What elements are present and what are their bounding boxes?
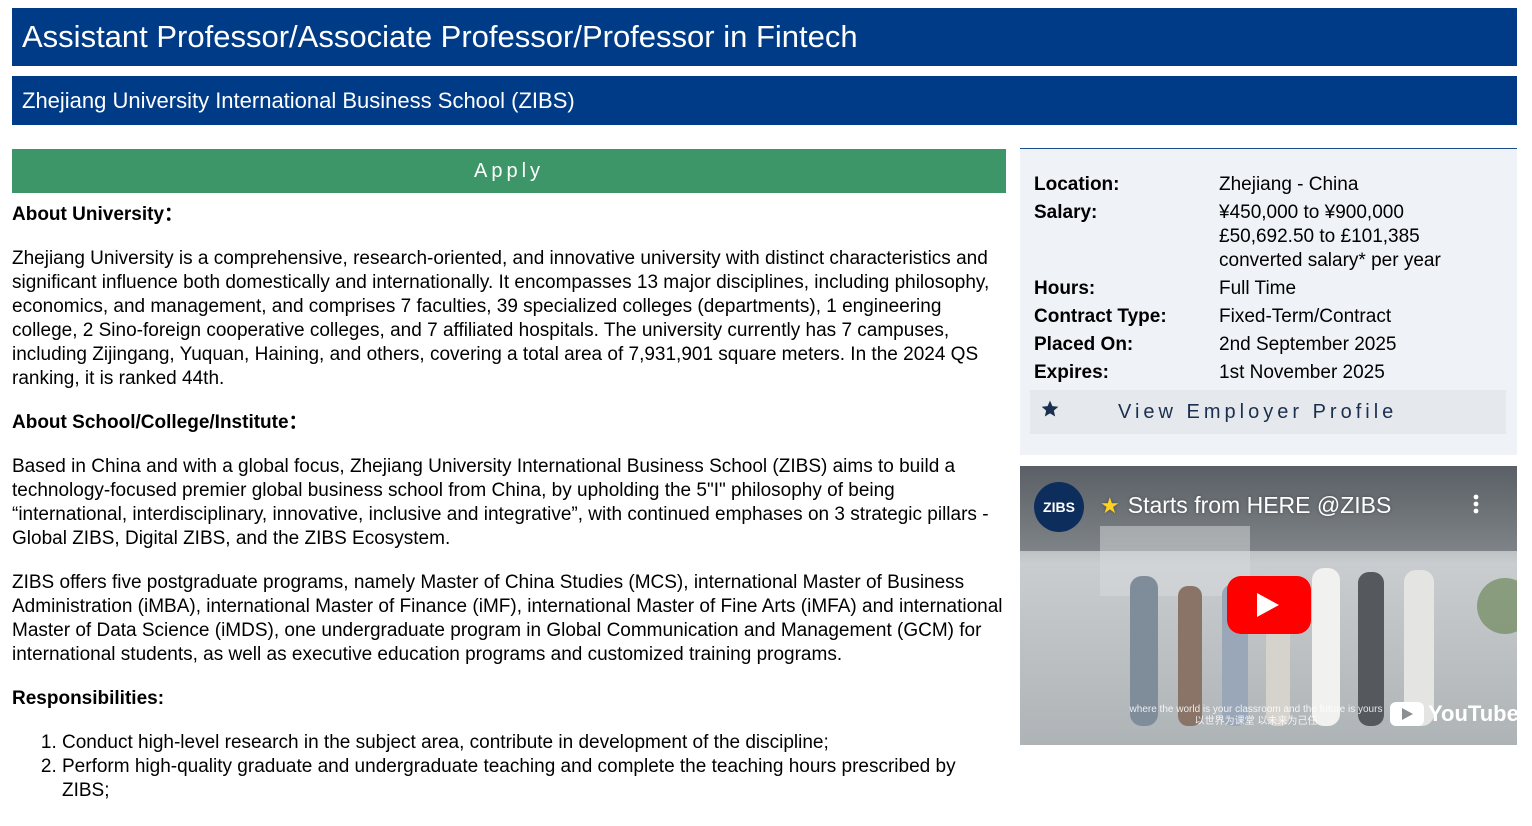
video-title[interactable]: ★ Starts from HERE @ZIBS xyxy=(1100,490,1391,521)
youtube-play-icon xyxy=(1390,702,1424,726)
video-subtitle-en: where the world is your classroom and th… xyxy=(1129,704,1383,715)
salary-note: converted salary* per year xyxy=(1219,250,1441,271)
hours-label: Hours: xyxy=(1034,278,1096,299)
about-university-heading: About University： xyxy=(12,204,184,225)
employer-name[interactable]: Zhejiang University International Busine… xyxy=(12,76,1517,125)
apply-button[interactable]: Apply xyxy=(12,149,1006,193)
play-button[interactable] xyxy=(1227,576,1311,634)
video-subtitle-zh: 以世界为课堂 以未来为己任 xyxy=(1194,716,1318,727)
youtube-logo[interactable]: YouTube xyxy=(1390,700,1517,728)
responsibilities-heading: Responsibilities: xyxy=(12,688,165,709)
view-employer-profile-button[interactable]: View Employer Profile xyxy=(1030,390,1506,434)
contract-label: Contract Type: xyxy=(1034,306,1167,327)
job-description: Apply About University： Zhejiang Univers… xyxy=(12,149,1006,803)
expires-label: Expires: xyxy=(1034,362,1109,383)
star-struck-emoji-icon: ★ xyxy=(1100,493,1120,518)
star-icon xyxy=(1040,399,1060,424)
contract-row: Contract Type: Fixed-Term/Contract xyxy=(1034,305,1517,329)
placed-label: Placed On: xyxy=(1034,334,1134,355)
salary-row: Salary: ¥450,000 to ¥900,000 £50,692.50 … xyxy=(1034,201,1517,273)
description-body: About University： Zhejiang University is… xyxy=(12,203,1006,803)
expires-row: Expires: 1st November 2025 xyxy=(1034,361,1517,385)
job-details-panel: Location: Zhejiang - China Salary: ¥450,… xyxy=(1020,148,1517,455)
about-school-text: Based in China and with a global focus, … xyxy=(12,456,989,549)
salary-label: Salary: xyxy=(1034,202,1098,223)
youtube-wordmark: YouTube xyxy=(1428,701,1517,726)
list-item: Perform high-quality graduate and underg… xyxy=(62,755,1006,803)
video-player[interactable]: ZIBS ★ Starts from HERE @ZIBS where the w… xyxy=(1020,466,1517,745)
about-school-heading: About School/College/Institute： xyxy=(12,412,308,433)
programs-text: ZIBS offers five postgraduate programs, … xyxy=(12,572,1003,665)
location-value[interactable]: Zhejiang - China xyxy=(1219,173,1358,197)
placed-value: 2nd September 2025 xyxy=(1219,334,1397,355)
salary-value-cny: ¥450,000 to ¥900,000 xyxy=(1219,202,1404,223)
play-icon xyxy=(1257,593,1279,617)
location-label: Location: xyxy=(1034,174,1120,195)
job-facts: Location: Zhejiang - China Salary: ¥450,… xyxy=(1034,173,1517,385)
job-title: Assistant Professor/Associate Professor/… xyxy=(12,8,1517,66)
hours-row: Hours: Full Time xyxy=(1034,277,1517,301)
video-title-text: Starts from HERE @ZIBS xyxy=(1127,492,1392,518)
contract-value: Fixed-Term/Contract xyxy=(1219,306,1392,327)
list-item: Conduct high-level research in the subje… xyxy=(62,731,1006,755)
hours-value: Full Time xyxy=(1219,278,1297,299)
expires-value: 1st November 2025 xyxy=(1219,362,1385,383)
responsibilities-list: Conduct high-level research in the subje… xyxy=(12,731,1006,803)
more-options-icon[interactable] xyxy=(1473,494,1479,519)
location-row: Location: Zhejiang - China xyxy=(1034,173,1517,197)
salary-value-gbp: £50,692.50 to £101,385 xyxy=(1219,226,1420,247)
about-university-text: Zhejiang University is a comprehensive, … xyxy=(12,248,990,389)
placed-row: Placed On: 2nd September 2025 xyxy=(1034,333,1517,357)
view-employer-profile-label: View Employer Profile xyxy=(1118,401,1398,423)
channel-logo[interactable]: ZIBS xyxy=(1034,482,1084,532)
video-subtitles: where the world is your classroom and th… xyxy=(1116,704,1396,728)
